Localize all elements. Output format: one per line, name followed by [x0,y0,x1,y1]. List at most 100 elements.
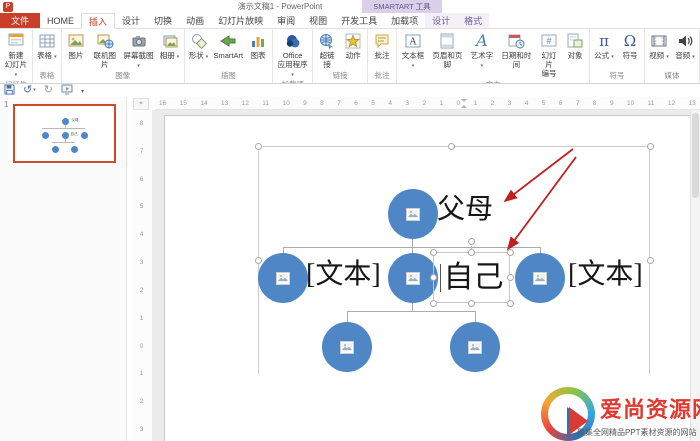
diagram-circle-node-6[interactable] [450,322,500,372]
diagram-label-right-placeholder[interactable]: [文本] [568,261,643,289]
mini-connector [42,128,85,129]
selection-handle[interactable] [448,143,455,150]
picture-placeholder-icon [406,272,420,285]
video-button[interactable]: 视频 ▾ [646,30,672,61]
object-button[interactable]: 对象 [562,30,588,61]
h-ruler-tick: 8 [320,100,324,107]
tab-切换[interactable]: 切换 [147,13,179,28]
v-ruler-tick: 1 [140,370,144,377]
symbol-button[interactable]: Ω符号 [617,30,643,61]
new-slide-label: 新建 幻灯片 ▾ [3,51,29,78]
tab-审阅[interactable]: 审阅 [270,13,302,28]
tab-动画[interactable]: 动画 [179,13,211,28]
equation-button[interactable]: π公式 ▾ [591,30,617,61]
wordart-button[interactable]: A艺术字 ▾ [467,30,497,70]
slide-number-button[interactable]: #幻灯片 编号 [536,30,562,79]
online-pictures-button[interactable]: 联机图片 [89,30,121,70]
textbox-selection-handle[interactable] [507,300,514,307]
diagram-circle-node-4[interactable] [515,253,565,303]
hyperlink-button[interactable]: 超链接 [314,30,340,70]
diagram-circle-node-5[interactable] [322,322,372,372]
header-footer-button[interactable]: 页眉和页脚 [428,30,467,70]
diagram-label-left-placeholder[interactable]: [文本] [306,261,381,289]
indent-marker[interactable] [461,99,467,108]
horizontal-ruler: 1615141312111098765432101234567891011121… [155,97,700,110]
h-ruler-tick: 9 [303,100,307,107]
powerpoint-app-icon: P [3,2,13,12]
audio-label: 音频 ▾ [675,51,695,60]
ribbon-group-媒体: 视频 ▾音频 ▾ 媒体 [645,29,700,83]
v-ruler-tick: 2 [140,398,144,405]
picture-placeholder-icon [533,272,547,285]
mini-connector [65,139,66,143]
smartart-button[interactable]: SmartArt [212,30,246,61]
tab-格式[interactable]: 格式 [457,13,489,28]
pictures-button[interactable]: 图片 [63,30,89,61]
h-ruler-tick: 15 [180,100,187,107]
smartart-icon [217,31,239,51]
undo-button[interactable]: ↺▾ [23,85,36,96]
tab-设计[interactable]: 设计 [425,13,457,28]
tab-文件[interactable]: 文件 [0,13,40,28]
selection-handle[interactable] [647,143,654,150]
wordart-label: 艺术字 ▾ [469,51,495,69]
tab-开发工具[interactable]: 开发工具 [334,13,384,28]
customize-qat-button[interactable]: ▾ [81,86,84,96]
textbox-selection-handle[interactable] [468,249,475,256]
diagram-circle-node-2[interactable] [258,253,308,303]
diagram-label-parents[interactable]: 父母 [437,196,493,224]
table-button[interactable]: 表格 ▾ [34,30,60,61]
wordart-icon: A [471,31,493,51]
textbox-selection-handle[interactable] [507,274,514,281]
slide-thumbnail[interactable]: 父母自己 [13,104,116,163]
tab-视图[interactable]: 视图 [302,13,334,28]
v-ruler-tick: 4 [140,231,144,238]
office-apps-button[interactable]: Office 应用程序 ▾ [274,30,311,79]
selection-handle[interactable] [255,143,262,150]
save-button[interactable] [4,84,15,98]
new-slide-button[interactable]: 新建 幻灯片 ▾ [1,30,31,79]
h-ruler-tick: 5 [371,100,375,107]
tab-HOME[interactable]: HOME [40,13,81,28]
start-slideshow-button[interactable] [61,84,73,98]
tab-设计[interactable]: 设计 [115,13,147,28]
v-ruler-tick: 2 [140,287,144,294]
equation-label: 公式 ▾ [594,51,614,60]
group-label-表格: 表格 [34,70,60,83]
action-button[interactable]: 动作 [340,30,366,61]
watermark-title: 爱尚资源网 [600,392,700,424]
datetime-icon [505,31,527,51]
tab-插入[interactable]: 插入 [81,13,115,29]
diagram-circle-node-1[interactable] [388,189,438,239]
selection-handle[interactable] [647,257,654,264]
tab-幻灯片放映[interactable]: 幻灯片放映 [211,13,270,28]
ruler-origin-button[interactable]: ⌖ [133,98,149,110]
text-cursor [440,264,441,292]
slide-number-label: 幻灯片 编号 [538,51,560,78]
textbox-label: 文本框 ▾ [400,51,426,69]
slideshow-icon [61,84,73,98]
photo-album-button[interactable]: 相册 ▾ [157,30,183,61]
tab-加载项[interactable]: 加载项 [384,13,425,28]
textbox-selection-handle[interactable] [468,300,475,307]
smartart-label: SmartArt [214,51,244,60]
audio-button[interactable]: 音频 ▾ [672,30,698,61]
textbox-selection-handle[interactable] [507,249,514,256]
selected-text-box-self[interactable]: 自己 [433,252,510,303]
comment-button[interactable]: 批注 [369,30,395,61]
textbox-selection-handle[interactable] [430,249,437,256]
hyperlink-icon [316,31,338,51]
textbox-selection-handle[interactable] [468,238,475,245]
redo-button[interactable]: ↻ [44,85,53,96]
scrollbar-thumb[interactable] [692,113,699,198]
screenshot-button[interactable]: 屏幕截图 ▾ [121,30,157,70]
group-label-媒体: 媒体 [646,70,698,83]
textbox-selection-handle[interactable] [430,300,437,307]
textbox-button[interactable]: A文本框 ▾ [398,30,428,70]
chart-button[interactable]: 图表 [245,30,271,61]
datetime-button[interactable]: 日期和时间 [497,30,536,70]
shapes-button[interactable]: 形状 ▾ [186,30,212,61]
textbox-selection-handle[interactable] [430,274,437,281]
group-label-批注: 批注 [369,70,395,83]
selection-handle[interactable] [255,257,262,264]
